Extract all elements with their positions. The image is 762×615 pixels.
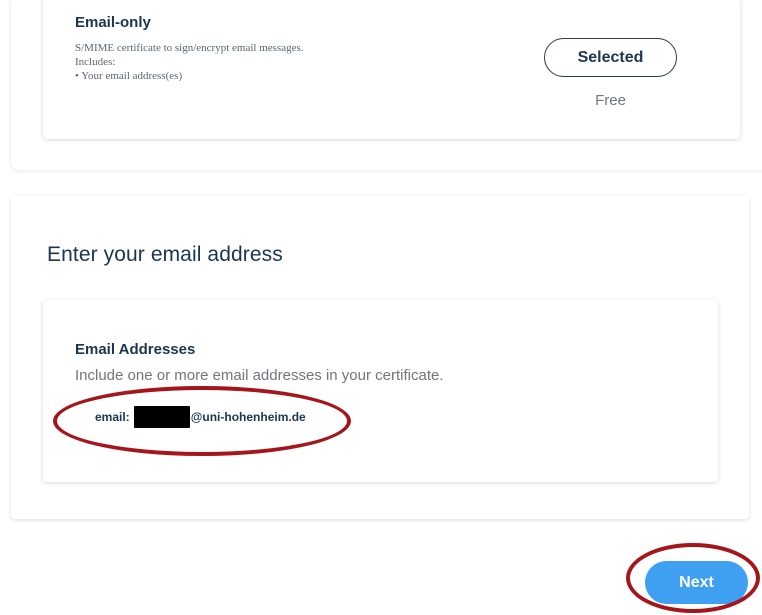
- email-addresses-label: Email Addresses: [75, 341, 196, 358]
- plan-description-line: Includes:: [75, 56, 116, 68]
- next-button[interactable]: Next: [645, 561, 748, 604]
- selected-button[interactable]: Selected: [544, 38, 677, 77]
- email-address-row[interactable]: email: @uni-hohenheim.de: [95, 406, 306, 428]
- email-prefix-label: email:: [95, 410, 130, 424]
- email-addresses-help: Include one or more email addresses in y…: [75, 367, 444, 384]
- plan-title: Email-only: [75, 14, 151, 31]
- plan-description-line: S/MIME certificate to sign/encrypt email…: [75, 42, 304, 54]
- email-section-title: Enter your email address: [47, 243, 283, 266]
- plan-price: Free: [595, 92, 626, 109]
- plan-description-line: • Your email address(es): [75, 70, 183, 82]
- redacted-email-local-part: [133, 406, 190, 428]
- email-domain: @uni-hohenheim.de: [190, 410, 306, 424]
- plan-description: S/MIME certificate to sign/encrypt email…: [75, 41, 304, 83]
- email-addresses-card: [43, 300, 718, 482]
